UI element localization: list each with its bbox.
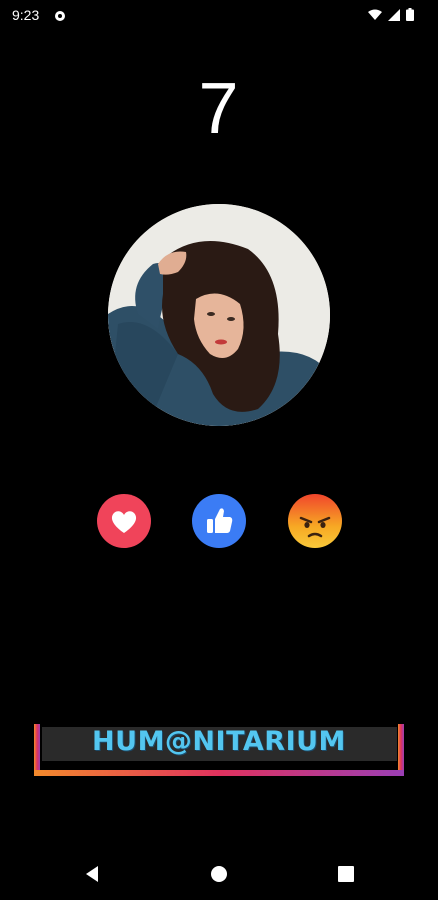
reaction-bar bbox=[0, 494, 438, 548]
thumbs-up-icon bbox=[192, 494, 246, 548]
back-button[interactable] bbox=[80, 862, 104, 886]
status-time: 9:23 bbox=[12, 7, 40, 23]
like-reaction-button[interactable] bbox=[192, 494, 246, 548]
navigation-bar bbox=[0, 848, 438, 900]
back-icon bbox=[86, 866, 98, 882]
angry-reaction-button[interactable] bbox=[288, 494, 342, 548]
notification-icon bbox=[54, 9, 66, 21]
counter-value: 7 bbox=[198, 69, 240, 149]
wifi-icon bbox=[368, 8, 382, 26]
battery-icon bbox=[406, 8, 414, 26]
angry-face-icon bbox=[288, 494, 342, 548]
brand-banner: HUM@NITARIUM bbox=[34, 724, 404, 778]
status-icons bbox=[368, 8, 414, 26]
brand-logo-text: HUM@NITARIUM bbox=[92, 726, 346, 757]
home-icon bbox=[211, 866, 227, 882]
home-button[interactable] bbox=[207, 862, 231, 886]
recents-icon bbox=[338, 866, 354, 882]
heart-reaction-button[interactable] bbox=[97, 494, 151, 548]
profile-avatar bbox=[108, 204, 330, 426]
heart-icon bbox=[97, 494, 151, 548]
status-bar: 9:23 bbox=[0, 0, 438, 30]
recents-button[interactable] bbox=[334, 862, 358, 886]
signal-icon bbox=[388, 8, 400, 26]
